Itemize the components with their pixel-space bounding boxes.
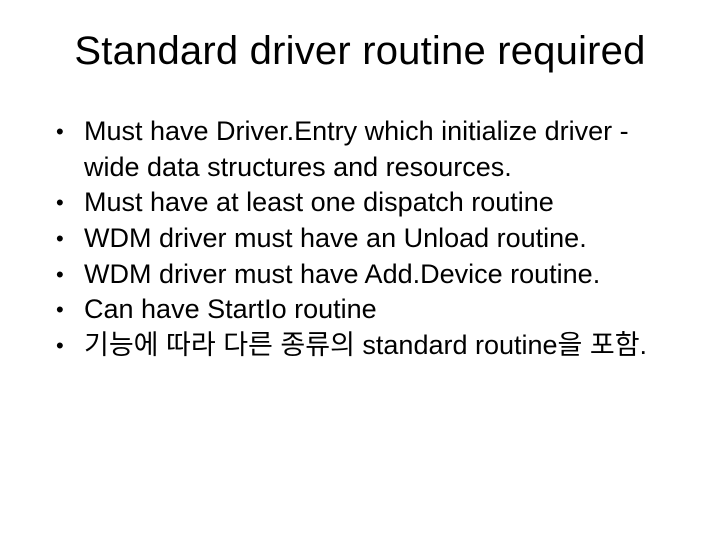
- slide-title: Standard driver routine required: [40, 28, 680, 74]
- list-item: WDM driver must have Add.Device routine.: [50, 257, 670, 293]
- list-item: WDM driver must have an Unload routine.: [50, 221, 670, 257]
- slide: Standard driver routine required Must ha…: [0, 0, 720, 540]
- bullet-text: Must have at least one dispatch routine: [84, 187, 554, 217]
- list-item: 기능에 따라 다른 종류의 standard routine을 포함.: [50, 328, 670, 364]
- bullet-text: WDM driver must have an Unload routine.: [84, 223, 587, 253]
- bullet-text: Must have Driver.Entry which initialize …: [84, 116, 629, 182]
- bullet-list: Must have Driver.Entry which initialize …: [40, 114, 680, 363]
- bullet-text: WDM driver must have Add.Device routine.: [84, 259, 600, 289]
- bullet-text: 기능에 따라 다른 종류의 standard routine을 포함.: [84, 330, 647, 360]
- list-item: Must have Driver.Entry which initialize …: [50, 114, 670, 185]
- list-item: Can have StartIo routine: [50, 292, 670, 328]
- bullet-text: Can have StartIo routine: [84, 294, 377, 324]
- list-item: Must have at least one dispatch routine: [50, 185, 670, 221]
